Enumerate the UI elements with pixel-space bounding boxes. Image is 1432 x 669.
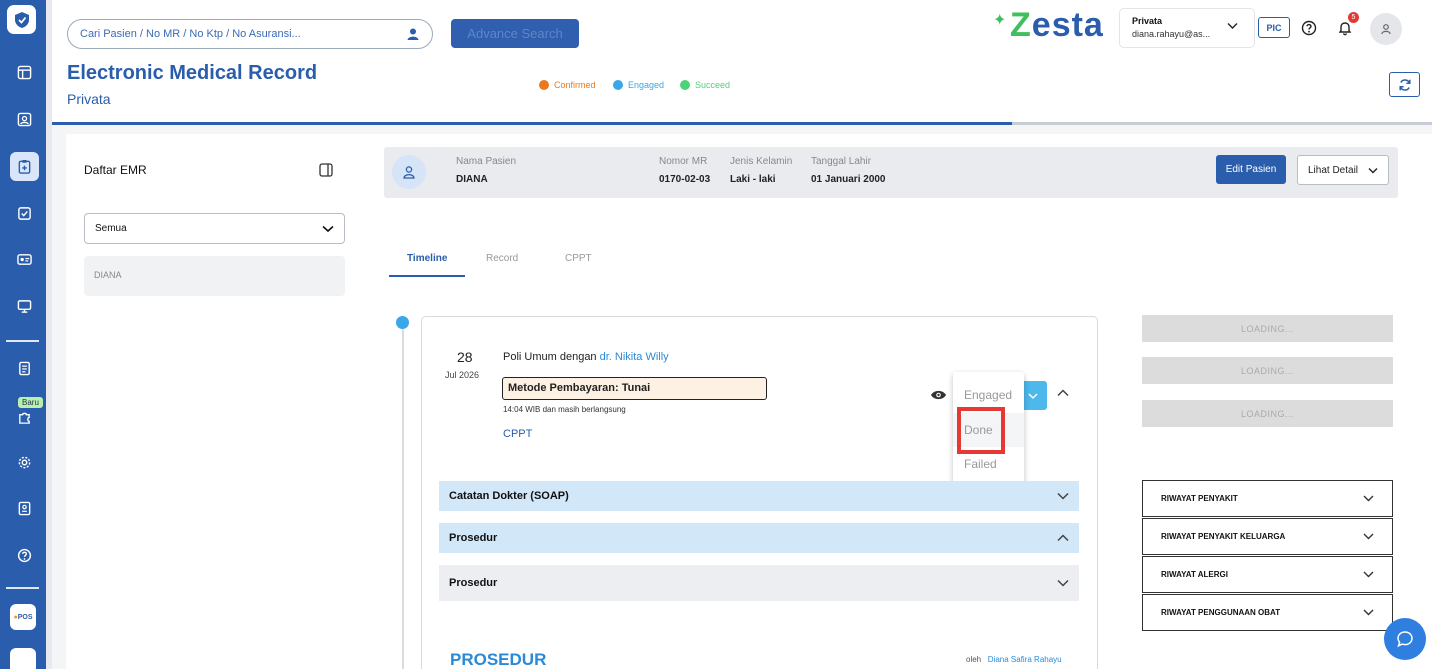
- sidebar-divider: [6, 340, 39, 342]
- highlight-box: [957, 407, 1005, 454]
- puzzle-icon[interactable]: [10, 403, 39, 432]
- patient-card-icon[interactable]: [10, 105, 39, 134]
- patient-name: DIANA: [456, 174, 488, 185]
- edit-patient-button[interactable]: Edit Pasien: [1216, 155, 1286, 184]
- chevron-up-icon: [1057, 534, 1069, 542]
- loading-placeholder: LOADING...: [1142, 315, 1393, 342]
- emr-list-title: Daftar EMR: [84, 163, 147, 177]
- legend-succeed: Succeed: [680, 80, 730, 90]
- patient-search-input[interactable]: Cari Pasien / No MR / No Ktp / No Asuran…: [67, 19, 433, 49]
- search-placeholder: Cari Pasien / No MR / No Ktp / No Asuran…: [80, 28, 301, 40]
- chevron-up-icon[interactable]: [1057, 389, 1069, 397]
- section-prosedur[interactable]: Prosedur: [439, 523, 1079, 553]
- view-detail-label: Lihat Detail: [1308, 164, 1359, 176]
- patient-dob-label: Tanggal Lahir: [811, 156, 872, 167]
- panel-toggle-icon[interactable]: [319, 163, 333, 177]
- section-prosedur-2[interactable]: Prosedur: [439, 565, 1079, 601]
- app-logo-icon[interactable]: [7, 5, 36, 34]
- prosedur-heading: PROSEDUR: [450, 650, 547, 669]
- person-icon: [403, 166, 415, 179]
- account-name: Privata: [1132, 16, 1163, 26]
- monitor-icon[interactable]: [10, 292, 39, 321]
- chevron-down-icon: [1363, 571, 1374, 578]
- legend-confirmed: Confirmed: [539, 80, 596, 90]
- chevron-down-icon: [1363, 533, 1374, 540]
- view-detail-select[interactable]: Lihat Detail: [1297, 155, 1389, 185]
- visit-day: 28: [457, 349, 473, 365]
- checklist-icon[interactable]: [10, 199, 39, 228]
- visit-title: Poli Umum dengan dr. Nikita Willy: [503, 351, 669, 363]
- visit-month: Jul 2026: [445, 370, 480, 380]
- chevron-down-icon: [1057, 492, 1069, 500]
- id-card-icon[interactable]: [10, 245, 39, 274]
- eye-icon[interactable]: [930, 389, 947, 401]
- help-icon[interactable]: [1301, 20, 1317, 36]
- patient-avatar: [392, 155, 426, 189]
- section-soap[interactable]: Catatan Dokter (SOAP): [439, 481, 1079, 511]
- prosedur-author: oleh Diana Safira Rahayu: [966, 655, 1062, 664]
- timeline-line: [402, 329, 404, 669]
- history-alergi[interactable]: RIWAYAT ALERGI: [1142, 556, 1393, 593]
- patient-name-label: Nama Pasien: [456, 156, 517, 167]
- visit-time: 14:04 WIB dan masih berlangsung: [503, 405, 626, 414]
- document-icon[interactable]: [10, 354, 39, 383]
- chevron-down-icon: [1363, 609, 1374, 616]
- chevron-down-icon: [1363, 495, 1374, 502]
- settings-gear-icon[interactable]: [10, 448, 39, 477]
- loading-placeholder: LOADING...: [1142, 400, 1393, 427]
- cppt-link[interactable]: CPPT: [503, 428, 532, 440]
- chevron-down-icon: [1027, 392, 1038, 399]
- chat-bubble-icon: [1397, 631, 1413, 648]
- emr-filter-select[interactable]: Semua: [84, 213, 345, 244]
- patient-dob: 01 Januari 2000: [811, 174, 886, 185]
- patient-gender-label: Jenis Kelamin: [730, 156, 793, 167]
- notification-count-badge: 5: [1348, 12, 1359, 23]
- user-icon: [407, 28, 419, 40]
- refresh-icon: [1398, 78, 1411, 91]
- tab-timeline[interactable]: Timeline: [407, 253, 447, 264]
- history-penyakit[interactable]: RIWAYAT PENYAKIT: [1142, 480, 1393, 517]
- patient-gender: Laki - laki: [730, 174, 776, 185]
- header-progress-bar: [52, 122, 1432, 125]
- emr-list-item[interactable]: DIANA: [84, 256, 345, 296]
- loading-placeholder: LOADING...: [1142, 357, 1393, 384]
- tab-cppt[interactable]: CPPT: [565, 253, 592, 264]
- user-avatar[interactable]: [1370, 13, 1402, 45]
- chevron-down-icon: [322, 225, 334, 232]
- chat-button[interactable]: [1384, 618, 1426, 660]
- help-circle-icon[interactable]: [10, 541, 39, 570]
- emr-filter-value: Semua: [95, 223, 127, 234]
- brand-logo: Zesta: [1010, 6, 1104, 44]
- patient-mr: 0170-02-03: [659, 174, 711, 185]
- doctor-link[interactable]: dr. Nikita Willy: [600, 351, 669, 363]
- person-icon: [1381, 24, 1391, 35]
- advance-search-button[interactable]: Advance Search: [451, 19, 579, 48]
- history-penggunaan-obat[interactable]: RIWAYAT PENGGUNAAN OBAT: [1142, 594, 1393, 631]
- patient-mr-label: Nomor MR: [659, 156, 708, 167]
- dashboard-icon[interactable]: [10, 58, 39, 87]
- active-tab-indicator: [389, 275, 465, 277]
- chevron-down-icon: [1368, 167, 1378, 173]
- chevron-down-icon: [1057, 579, 1069, 587]
- sparkle-icon: ✦: [993, 12, 1007, 29]
- account-switcher[interactable]: Privata diana.rahayu@as...: [1119, 8, 1255, 48]
- tab-record[interactable]: Record: [486, 253, 518, 264]
- pos-app-icon[interactable]: ● POS: [10, 604, 36, 630]
- pic-button[interactable]: PIC: [1258, 17, 1290, 38]
- legend-engaged: Engaged: [613, 80, 664, 90]
- payment-method: Metode Pembayaran: Tunai: [502, 377, 767, 400]
- refresh-button[interactable]: [1389, 72, 1420, 97]
- page-title: Electronic Medical Record: [67, 62, 318, 84]
- timeline-dot: [396, 316, 409, 329]
- report-icon[interactable]: [10, 494, 39, 523]
- sidebar-divider-bottom: [6, 587, 39, 589]
- chevron-down-icon: [1227, 23, 1238, 29]
- history-penyakit-keluarga[interactable]: RIWAYAT PENYAKIT KELUARGA: [1142, 518, 1393, 555]
- esta-app-icon[interactable]: [10, 648, 36, 669]
- account-email: diana.rahayu@as...: [1132, 29, 1211, 39]
- page-subtitle: Privata: [67, 91, 111, 107]
- emr-clipboard-icon[interactable]: [10, 152, 39, 181]
